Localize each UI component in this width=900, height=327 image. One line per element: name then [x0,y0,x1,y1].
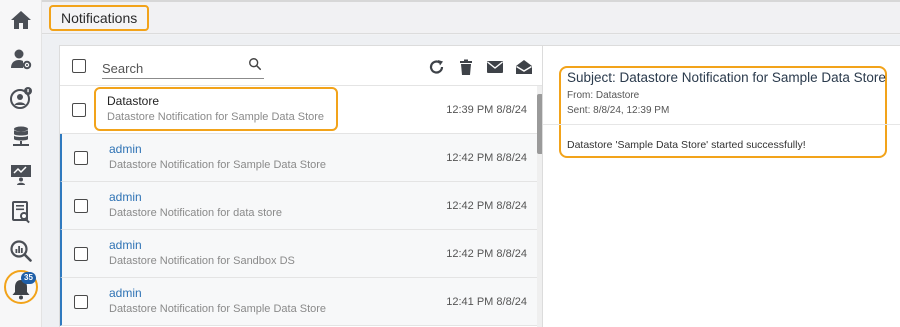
notification-subject: Datastore Notification for data store [109,207,283,219]
sender-name: Datastore [107,94,160,108]
notification-time: 12:41 PM 8/8/24 [446,296,527,308]
search-analytics-icon[interactable] [7,237,35,265]
sender-name: admin [109,286,142,300]
notification-subject: Datastore Notification for Sandbox DS [109,255,295,267]
notification-subject: Datastore Notification for Sample Data S… [107,111,325,123]
row-checkbox[interactable] [72,103,86,117]
row-checkbox[interactable] [74,199,88,213]
list-item[interactable]: admin Datastore Notification for data st… [60,182,537,230]
page-title: Notifications [49,5,150,31]
row-checkbox[interactable] [74,151,88,165]
notification-time: 12:42 PM 8/8/24 [446,152,527,164]
detail-sent: Sent: 8/8/24, 12:39 PM [567,105,670,116]
notification-time: 12:39 PM 8/8/24 [446,104,527,116]
report-search-icon[interactable] [7,198,35,226]
notification-count-badge: 35 [21,272,36,284]
detail-divider [543,124,900,125]
refresh-icon[interactable] [428,59,446,75]
row-checkbox[interactable] [74,295,88,309]
home-icon[interactable] [7,6,35,34]
notification-time: 12:42 PM 8/8/24 [446,200,527,212]
detail-from: From: Datastore [567,90,640,101]
dashboard-user-icon[interactable] [7,160,35,188]
list-item[interactable]: admin Datastore Notification for Sample … [60,134,537,182]
database-icon[interactable] [7,122,35,150]
sender-name: admin [109,142,142,156]
detail-body: Datastore 'Sample Data Store' started su… [567,139,806,151]
search-field [102,57,264,79]
mark-unread-icon[interactable] [486,59,504,75]
notification-list-panel: Datastore Datastore Notification for Sam… [59,45,543,327]
user-info-icon[interactable] [7,84,35,112]
notification-detail-panel: Subject: Datastore Notification for Samp… [543,45,900,327]
detail-subject: Subject: Datastore Notification for Samp… [567,70,886,85]
header-bar: Notifications [42,0,900,34]
row-checkbox[interactable] [74,247,88,261]
detail-highlight: Subject: Datastore Notification for Samp… [559,66,887,158]
list-item[interactable]: admin Datastore Notification for Sandbox… [60,230,537,278]
sender-name: admin [109,238,142,252]
sidebar: 35 [0,0,42,327]
sender-name: admin [109,190,142,204]
list-item[interactable]: admin Datastore Notification for Sample … [60,278,537,326]
select-all-checkbox[interactable] [72,59,86,73]
notification-time: 12:42 PM 8/8/24 [446,248,527,260]
search-input[interactable] [102,59,242,77]
notification-subject: Datastore Notification for Sample Data S… [109,303,327,315]
search-icon[interactable] [248,57,262,71]
mark-read-icon[interactable] [515,59,533,75]
main-content: Datastore Datastore Notification for Sam… [42,35,900,327]
notification-subject: Datastore Notification for Sample Data S… [109,159,327,171]
user-settings-icon[interactable] [7,45,35,73]
list-toolbar [60,46,542,86]
list-item[interactable]: Datastore Datastore Notification for Sam… [60,86,537,134]
delete-icon[interactable] [457,59,475,75]
